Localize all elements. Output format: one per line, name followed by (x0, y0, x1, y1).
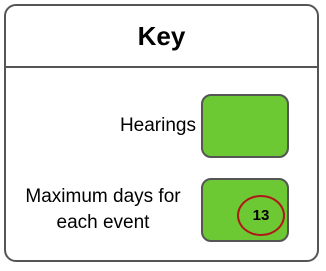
days-count-badge: 13 (237, 195, 285, 236)
legend-label-line-2: each event (56, 212, 150, 233)
legend-item-hearings: Hearings (6, 94, 317, 158)
hearings-swatch (201, 94, 289, 158)
key-header: Key (6, 6, 317, 68)
key-title: Key (137, 20, 186, 51)
legend-label-hearings: Hearings (119, 115, 196, 136)
legend-label-line-1: Maximum days for (25, 186, 181, 207)
legend-label-maximum-days: Maximum days for each event (10, 178, 196, 242)
